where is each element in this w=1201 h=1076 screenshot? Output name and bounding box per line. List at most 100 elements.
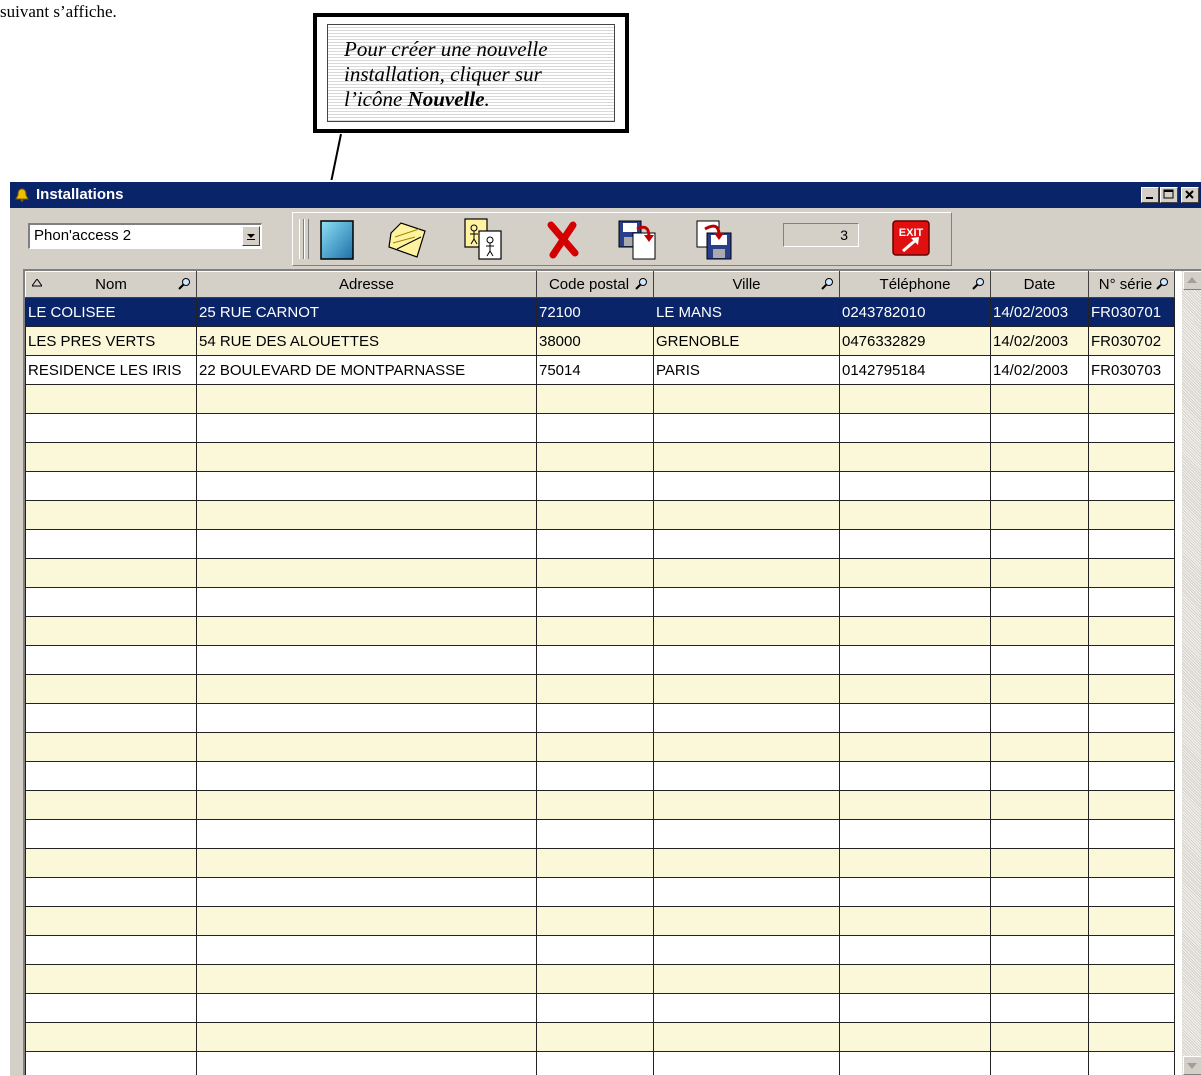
- column-header-code-postal[interactable]: Code postal: [536, 271, 654, 298]
- empty-cell[interactable]: [25, 645, 197, 675]
- cell-code-postal[interactable]: 38000: [536, 326, 654, 356]
- empty-cell[interactable]: [653, 1022, 840, 1052]
- table-row[interactable]: RESIDENCE LES IRIS 22 BOULEVARD DE MONTP…: [25, 355, 1175, 385]
- delete-button[interactable]: [541, 217, 585, 261]
- cell-nom[interactable]: LES PRES VERTS: [25, 326, 197, 356]
- empty-cell[interactable]: [25, 732, 197, 762]
- empty-cell[interactable]: [1088, 993, 1175, 1023]
- cell-numero-serie[interactable]: FR030701: [1088, 297, 1175, 327]
- empty-cell[interactable]: [653, 616, 840, 646]
- empty-cell[interactable]: [1088, 877, 1175, 907]
- table-row-empty[interactable]: [25, 1022, 1175, 1052]
- cell-nom[interactable]: LE COLISEE: [25, 297, 197, 327]
- empty-cell[interactable]: [1088, 674, 1175, 704]
- empty-cell[interactable]: [25, 761, 197, 791]
- table-row[interactable]: LES PRES VERTS 54 RUE DES ALOUETTES 3800…: [25, 326, 1175, 356]
- empty-cell[interactable]: [839, 529, 991, 559]
- empty-cell[interactable]: [25, 384, 197, 414]
- empty-cell[interactable]: [25, 616, 197, 646]
- empty-cell[interactable]: [839, 384, 991, 414]
- empty-cell[interactable]: [653, 587, 840, 617]
- table-row-empty[interactable]: [25, 964, 1175, 994]
- chevron-down-icon[interactable]: [242, 226, 260, 246]
- empty-cell[interactable]: [536, 790, 654, 820]
- table-row-empty[interactable]: [25, 790, 1175, 820]
- cell-date[interactable]: 14/02/2003: [990, 297, 1089, 327]
- empty-cell[interactable]: [25, 790, 197, 820]
- empty-cell[interactable]: [536, 848, 654, 878]
- table-row-empty[interactable]: [25, 935, 1175, 965]
- table-row-empty[interactable]: [25, 877, 1175, 907]
- title-bar[interactable]: Installations: [10, 182, 1201, 208]
- table-row-empty[interactable]: [25, 558, 1175, 588]
- empty-cell[interactable]: [536, 1051, 654, 1075]
- empty-cell[interactable]: [653, 761, 840, 791]
- empty-cell[interactable]: [536, 384, 654, 414]
- table-row-empty[interactable]: [25, 674, 1175, 704]
- empty-cell[interactable]: [25, 1022, 197, 1052]
- empty-cell[interactable]: [839, 906, 991, 936]
- empty-cell[interactable]: [196, 645, 537, 675]
- empty-cell[interactable]: [990, 587, 1089, 617]
- search-icon[interactable]: [1156, 277, 1170, 291]
- empty-cell[interactable]: [1088, 587, 1175, 617]
- empty-cell[interactable]: [839, 1051, 991, 1075]
- cell-adresse[interactable]: 22 BOULEVARD DE MONTPARNASSE: [196, 355, 537, 385]
- empty-cell[interactable]: [839, 732, 991, 762]
- table-row-empty[interactable]: [25, 413, 1175, 443]
- table-row-empty[interactable]: [25, 616, 1175, 646]
- table-row-empty[interactable]: [25, 819, 1175, 849]
- empty-cell[interactable]: [839, 703, 991, 733]
- empty-cell[interactable]: [25, 819, 197, 849]
- empty-cell[interactable]: [536, 703, 654, 733]
- empty-cell[interactable]: [990, 848, 1089, 878]
- exit-button[interactable]: EXIT: [889, 217, 933, 261]
- cell-adresse[interactable]: 25 RUE CARNOT: [196, 297, 537, 327]
- cell-nom[interactable]: RESIDENCE LES IRIS: [25, 355, 197, 385]
- search-icon[interactable]: [178, 277, 192, 291]
- empty-cell[interactable]: [1088, 964, 1175, 994]
- empty-cell[interactable]: [536, 413, 654, 443]
- table-row-empty[interactable]: [25, 471, 1175, 501]
- empty-cell[interactable]: [1088, 616, 1175, 646]
- table-row-empty[interactable]: [25, 529, 1175, 559]
- cell-telephone[interactable]: 0476332829: [839, 326, 991, 356]
- empty-cell[interactable]: [653, 384, 840, 414]
- empty-cell[interactable]: [990, 500, 1089, 530]
- empty-cell[interactable]: [536, 732, 654, 762]
- search-icon[interactable]: [635, 277, 649, 291]
- empty-cell[interactable]: [1088, 529, 1175, 559]
- empty-cell[interactable]: [196, 674, 537, 704]
- empty-cell[interactable]: [1088, 819, 1175, 849]
- empty-cell[interactable]: [839, 993, 991, 1023]
- vertical-scrollbar[interactable]: [1182, 271, 1201, 1075]
- cell-date[interactable]: 14/02/2003: [990, 355, 1089, 385]
- empty-cell[interactable]: [536, 471, 654, 501]
- empty-cell[interactable]: [990, 1022, 1089, 1052]
- empty-cell[interactable]: [1088, 1022, 1175, 1052]
- column-header-telephone[interactable]: Téléphone: [839, 271, 991, 298]
- empty-cell[interactable]: [196, 1022, 537, 1052]
- empty-cell[interactable]: [25, 558, 197, 588]
- table-row-empty[interactable]: [25, 906, 1175, 936]
- empty-cell[interactable]: [196, 993, 537, 1023]
- table-row-empty[interactable]: [25, 587, 1175, 617]
- empty-cell[interactable]: [990, 442, 1089, 472]
- table-row-empty[interactable]: [25, 732, 1175, 762]
- empty-cell[interactable]: [839, 616, 991, 646]
- empty-cell[interactable]: [25, 1051, 197, 1075]
- empty-cell[interactable]: [839, 964, 991, 994]
- empty-cell[interactable]: [990, 877, 1089, 907]
- empty-cell[interactable]: [1088, 906, 1175, 936]
- empty-cell[interactable]: [196, 819, 537, 849]
- cell-telephone[interactable]: 0243782010: [839, 297, 991, 327]
- empty-cell[interactable]: [196, 732, 537, 762]
- scroll-down-button[interactable]: [1183, 1056, 1201, 1075]
- empty-cell[interactable]: [196, 906, 537, 936]
- empty-cell[interactable]: [839, 1022, 991, 1052]
- empty-cell[interactable]: [653, 413, 840, 443]
- empty-cell[interactable]: [25, 442, 197, 472]
- empty-cell[interactable]: [536, 500, 654, 530]
- search-icon[interactable]: [821, 277, 835, 291]
- empty-cell[interactable]: [196, 471, 537, 501]
